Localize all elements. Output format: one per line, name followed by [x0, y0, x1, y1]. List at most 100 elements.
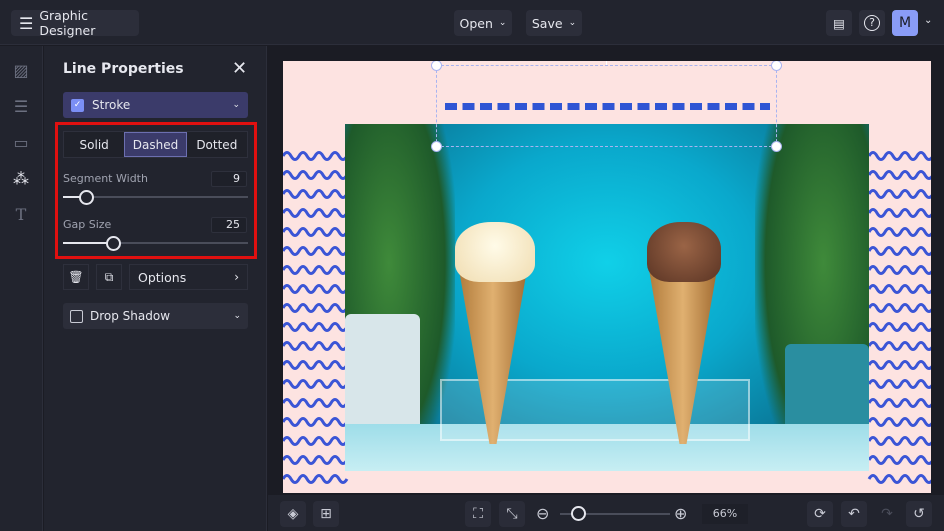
zoom-level[interactable]: 66%	[702, 504, 748, 524]
account-chevron-icon[interactable]: ⌄	[924, 15, 932, 26]
delete-button[interactable]: 🗑	[63, 264, 89, 290]
zoom-in-icon[interactable]: ⊕	[674, 504, 687, 523]
undo-button[interactable]: ↶	[841, 501, 867, 527]
duplicate-button[interactable]: ⧉	[96, 264, 122, 290]
chevron-down-icon: ⌄	[232, 100, 240, 110]
wave-line	[283, 455, 349, 465]
chevron-down-icon: ⌄	[233, 311, 241, 321]
open-label: Open	[459, 15, 493, 31]
wave-line	[283, 341, 349, 351]
wave-line	[867, 189, 931, 199]
avatar[interactable]: M	[892, 10, 918, 36]
rotate-handle[interactable]	[606, 61, 614, 65]
help-icon: ?	[864, 15, 880, 31]
shrink-icon: ⤡	[506, 506, 518, 522]
wave-line	[283, 227, 349, 237]
chocolate-scoop	[647, 222, 721, 282]
wave-line	[283, 436, 349, 446]
wave-line	[283, 303, 349, 313]
resize-handle-br[interactable]	[771, 141, 782, 152]
segment-width-thumb[interactable]	[79, 190, 94, 205]
wave-line	[867, 265, 931, 275]
segment-width-fill	[63, 196, 80, 198]
top-bar: ☰ Graphic Designer Open ⌄ Save ⌄ ▤ ? M ⌄	[0, 0, 944, 45]
shapes-icon[interactable]: ⁂	[11, 169, 31, 189]
chevron-right-icon: ›	[234, 270, 239, 284]
wave-line	[867, 417, 931, 427]
open-button[interactable]: Open ⌄	[454, 10, 512, 36]
duplicate-icon: ⧉	[104, 269, 114, 284]
layers-button[interactable]: ◈	[280, 501, 306, 527]
wave-line	[867, 170, 931, 180]
style-solid[interactable]: Solid	[64, 132, 124, 157]
shrink-button[interactable]: ⤡	[499, 501, 525, 527]
wave-line	[283, 170, 349, 180]
wave-line	[283, 322, 349, 332]
image-icon[interactable]: ▨	[11, 61, 31, 81]
gap-size-input[interactable]: 25	[211, 217, 247, 233]
wave-line	[283, 189, 349, 199]
history-icon: ↺	[913, 506, 925, 522]
sync-button[interactable]: ⟳	[807, 501, 833, 527]
wave-line	[867, 227, 931, 237]
options-button[interactable]: Options ›	[129, 264, 248, 290]
tool-rail: ▨ ☰ ▭ ⁂ T	[0, 46, 43, 531]
app-title: Graphic Designer	[39, 8, 96, 38]
bottom-toolbar: ◈ ⊞ ⛶ ⤡ ⊖ ⊕ 66% ⟳ ↶ ↷ ↺	[268, 495, 944, 531]
history-button[interactable]: ↺	[906, 501, 932, 527]
gap-size-thumb[interactable]	[106, 236, 121, 251]
wave-line	[867, 284, 931, 294]
drop-shadow-label: Drop Shadow	[90, 309, 171, 323]
comments-button[interactable]: ▤	[826, 10, 852, 36]
wave-line	[283, 284, 349, 294]
save-button[interactable]: Save ⌄	[526, 10, 582, 36]
style-dashed[interactable]: Dashed	[124, 132, 187, 157]
zoom-out-icon[interactable]: ⊖	[536, 504, 549, 523]
wave-line	[867, 208, 931, 218]
help-button[interactable]: ?	[859, 10, 885, 36]
stroke-dropdown[interactable]: ✓ Stroke ⌄	[63, 92, 248, 118]
design-page[interactable]	[283, 61, 931, 493]
wave-line	[867, 455, 931, 465]
layout-icon[interactable]: ▭	[11, 133, 31, 153]
refresh-icon: ⟳	[814, 506, 826, 522]
adjustments-icon[interactable]: ☰	[11, 97, 31, 117]
undo-icon: ↶	[848, 506, 860, 522]
wave-line	[867, 360, 931, 370]
redo-button[interactable]: ↷	[874, 501, 900, 527]
line-properties-panel: Line Properties ✕ ✓ Stroke ⌄ Solid Dashe…	[44, 46, 267, 531]
drop-shadow-dropdown[interactable]: Drop Shadow ⌄	[63, 303, 248, 329]
segment-width-input[interactable]: 9	[211, 171, 247, 187]
style-dotted[interactable]: Dotted	[187, 132, 247, 157]
wave-line	[867, 398, 931, 408]
wave-line	[283, 474, 349, 484]
save-label: Save	[531, 15, 563, 31]
segment-width-label: Segment Width	[63, 172, 148, 185]
line-style-segmented: Solid Dashed Dotted	[63, 131, 248, 158]
wave-line	[283, 417, 349, 427]
dashed-line-element[interactable]	[445, 103, 770, 110]
hamburger-icon: ☰	[19, 13, 34, 33]
text-icon[interactable]: T	[11, 205, 31, 225]
resize-handle-bl[interactable]	[431, 141, 442, 152]
stroke-checkbox[interactable]: ✓	[71, 98, 84, 112]
wave-line	[867, 246, 931, 256]
grid-button[interactable]: ⊞	[313, 501, 339, 527]
trash-icon: 🗑	[68, 270, 84, 284]
panel-title: Line Properties	[63, 61, 184, 77]
avatar-initial: M	[898, 15, 912, 31]
layers-icon: ◈	[287, 506, 299, 522]
drop-shadow-checkbox[interactable]	[70, 309, 83, 323]
app-menu-button[interactable]: ☰ Graphic Designer	[11, 8, 139, 38]
wave-line	[283, 208, 349, 218]
wave-line	[867, 436, 931, 446]
wave-line	[283, 151, 349, 161]
zoom-slider-thumb[interactable]	[571, 506, 586, 521]
fit-screen-button[interactable]: ⛶	[465, 501, 491, 527]
wave-line	[867, 341, 931, 351]
close-icon[interactable]: ✕	[232, 58, 247, 79]
wave-line	[283, 398, 349, 408]
ice-cream-photo[interactable]	[345, 124, 869, 471]
wave-line	[283, 379, 349, 389]
chevron-down-icon: ⌄	[498, 18, 507, 28]
